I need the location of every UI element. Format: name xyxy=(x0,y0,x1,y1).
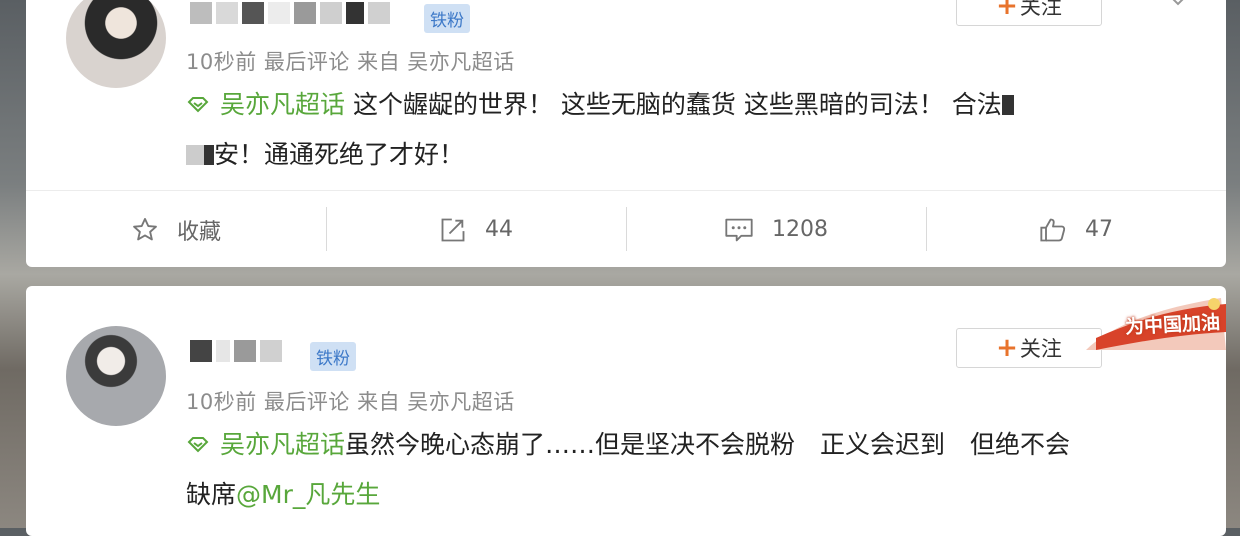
sticker-badge: 为中国加油 xyxy=(1076,290,1226,360)
post-text: 这个龌龊的世界！ 这些无脑的蠢货 这些黑暗的司法！ 合法 xyxy=(345,90,1002,119)
comment-count: 1208 xyxy=(772,217,828,242)
topic-label: 吴亦凡超话 xyxy=(220,430,346,459)
topic-label: 吴亦凡超话 xyxy=(220,90,346,119)
post-text: 安！通通死绝了才好！ xyxy=(214,140,465,169)
weibo-post-card: 铁粉 10秒前 最后评论 来自 吴亦凡超话 + 关注 为中国加油 吴亦凡超话虽然… xyxy=(26,286,1226,536)
follow-button[interactable]: + 关注 xyxy=(956,0,1102,26)
like-count: 47 xyxy=(1085,217,1113,242)
topic-icon xyxy=(187,437,209,453)
avatar[interactable] xyxy=(66,0,166,88)
favorite-label: 收藏 xyxy=(176,219,221,245)
weibo-post-card: 铁粉 10秒前 最后评论 来自 吴亦凡超话 + 关注 吴亦凡超话 这个龌龊的世界… xyxy=(26,0,1226,267)
follow-label: 关注 xyxy=(1019,0,1062,19)
action-bar: 收藏 44 1208 47 xyxy=(26,190,1226,267)
mosaic-blot xyxy=(204,145,214,165)
chevron-down-icon[interactable] xyxy=(1170,0,1186,6)
follow-label: 关注 xyxy=(1019,337,1062,361)
post-content: 吴亦凡超话 这个龌龊的世界！ 这些无脑的蠢货 这些黑暗的司法！ 合法 安！通通死… xyxy=(186,80,1186,180)
fan-badge: 铁粉 xyxy=(424,4,470,33)
repost-button[interactable]: 44 xyxy=(326,191,626,267)
topic-icon xyxy=(187,97,209,113)
topic-link[interactable]: 吴亦凡超话 xyxy=(186,430,345,459)
star-icon xyxy=(133,217,157,240)
post-text: 缺席 xyxy=(186,480,237,509)
mention-link[interactable]: @Mr_凡先生 xyxy=(236,480,380,509)
username-mosaic[interactable] xyxy=(190,340,282,362)
post-content: 吴亦凡超话虽然今晚心态崩了……但是坚决不会脱粉 正义会迟到 但绝不会 缺席@Mr… xyxy=(186,420,1186,520)
topic-link[interactable]: 吴亦凡超话 xyxy=(186,90,345,119)
avatar[interactable] xyxy=(66,326,166,426)
post-text-line-1: 吴亦凡超话 这个龌龊的世界！ 这些无脑的蠢货 这些黑暗的司法！ 合法 xyxy=(186,80,1186,130)
post-meta: 10秒前 最后评论 来自 吴亦凡超话 xyxy=(186,390,515,414)
post-text-line-1: 吴亦凡超话虽然今晚心态崩了……但是坚决不会脱粉 正义会迟到 但绝不会 xyxy=(186,420,1186,470)
comment-icon xyxy=(725,218,753,241)
favorite-button[interactable]: 收藏 xyxy=(26,191,326,267)
username-mosaic[interactable] xyxy=(190,2,390,24)
post-text: 虽然今晚心态崩了……但是坚决不会脱粉 正义会迟到 但绝不会 xyxy=(345,430,1071,459)
share-icon xyxy=(441,218,465,241)
sticker-text: 为中国加油 xyxy=(1124,311,1221,339)
thumbs-up-icon xyxy=(1040,218,1066,241)
plus-icon: + xyxy=(996,333,1018,363)
post-text-line-2: 缺席@Mr_凡先生 xyxy=(26,470,1186,520)
post-text-line-2: 安！通通死绝了才好！ xyxy=(186,130,1186,180)
mosaic-blot xyxy=(1001,95,1014,115)
post-meta: 10秒前 最后评论 来自 吴亦凡超话 xyxy=(186,50,515,74)
comment-button[interactable]: 1208 xyxy=(626,191,926,267)
repost-count: 44 xyxy=(485,217,513,242)
mosaic-blot xyxy=(186,145,204,165)
fan-badge: 铁粉 xyxy=(310,342,356,371)
plus-icon: + xyxy=(996,0,1018,21)
like-button[interactable]: 47 xyxy=(926,191,1226,267)
